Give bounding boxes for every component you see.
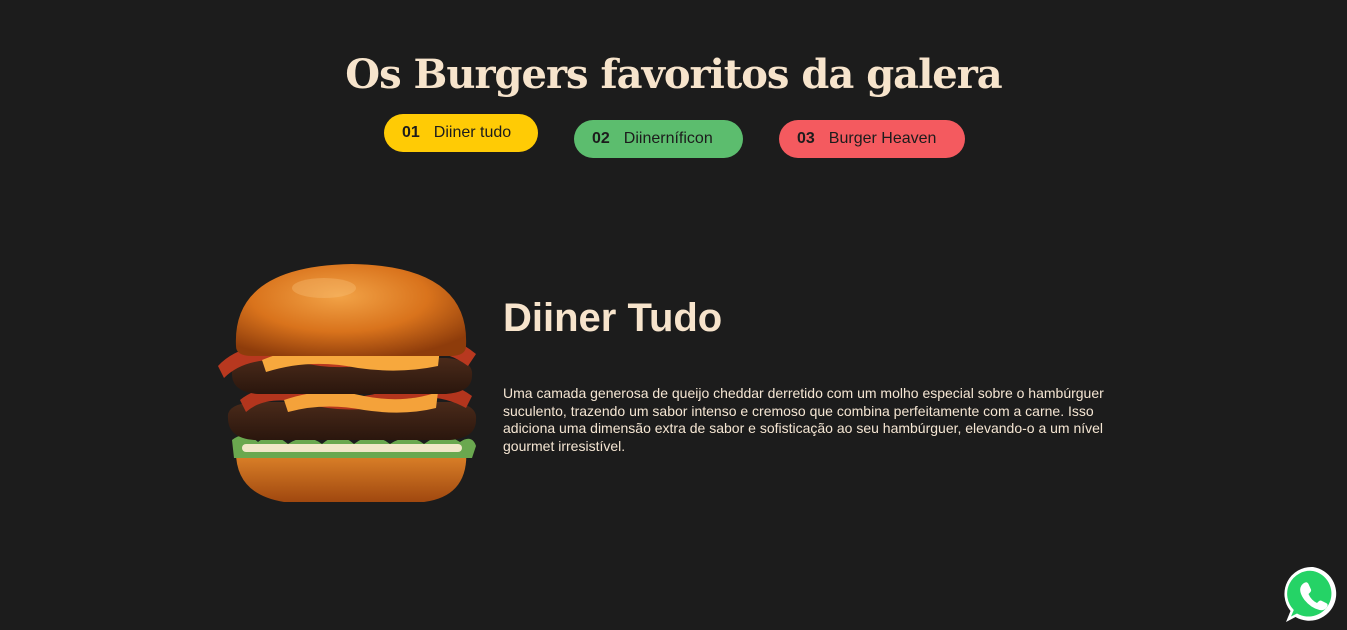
burger-image <box>214 262 488 508</box>
tab-number: 03 <box>797 130 815 147</box>
tab-diiner-tudo[interactable]: 01 Diiner tudo <box>384 114 538 152</box>
tab-label: Diiner tudo <box>433 124 512 141</box>
tab-diinernificon[interactable]: 02 Diinerníficon <box>574 120 743 158</box>
burger-tabs: 01 Diiner tudo 02 Diinerníficon 03 Burge… <box>0 0 1347 200</box>
tab-label: Diinerníficon <box>623 130 713 147</box>
featured-burger-description: Uma camada generosa de queijo cheddar de… <box>503 385 1104 454</box>
tab-label: Burger Heaven <box>828 130 937 147</box>
whatsapp-icon[interactable] <box>1283 565 1343 625</box>
tab-burger-heaven[interactable]: 03 Burger Heaven <box>779 120 965 158</box>
tab-number: 01 <box>402 124 420 141</box>
tab-number: 02 <box>592 130 610 147</box>
featured-burger-title: Diiner Tudo <box>503 296 723 340</box>
